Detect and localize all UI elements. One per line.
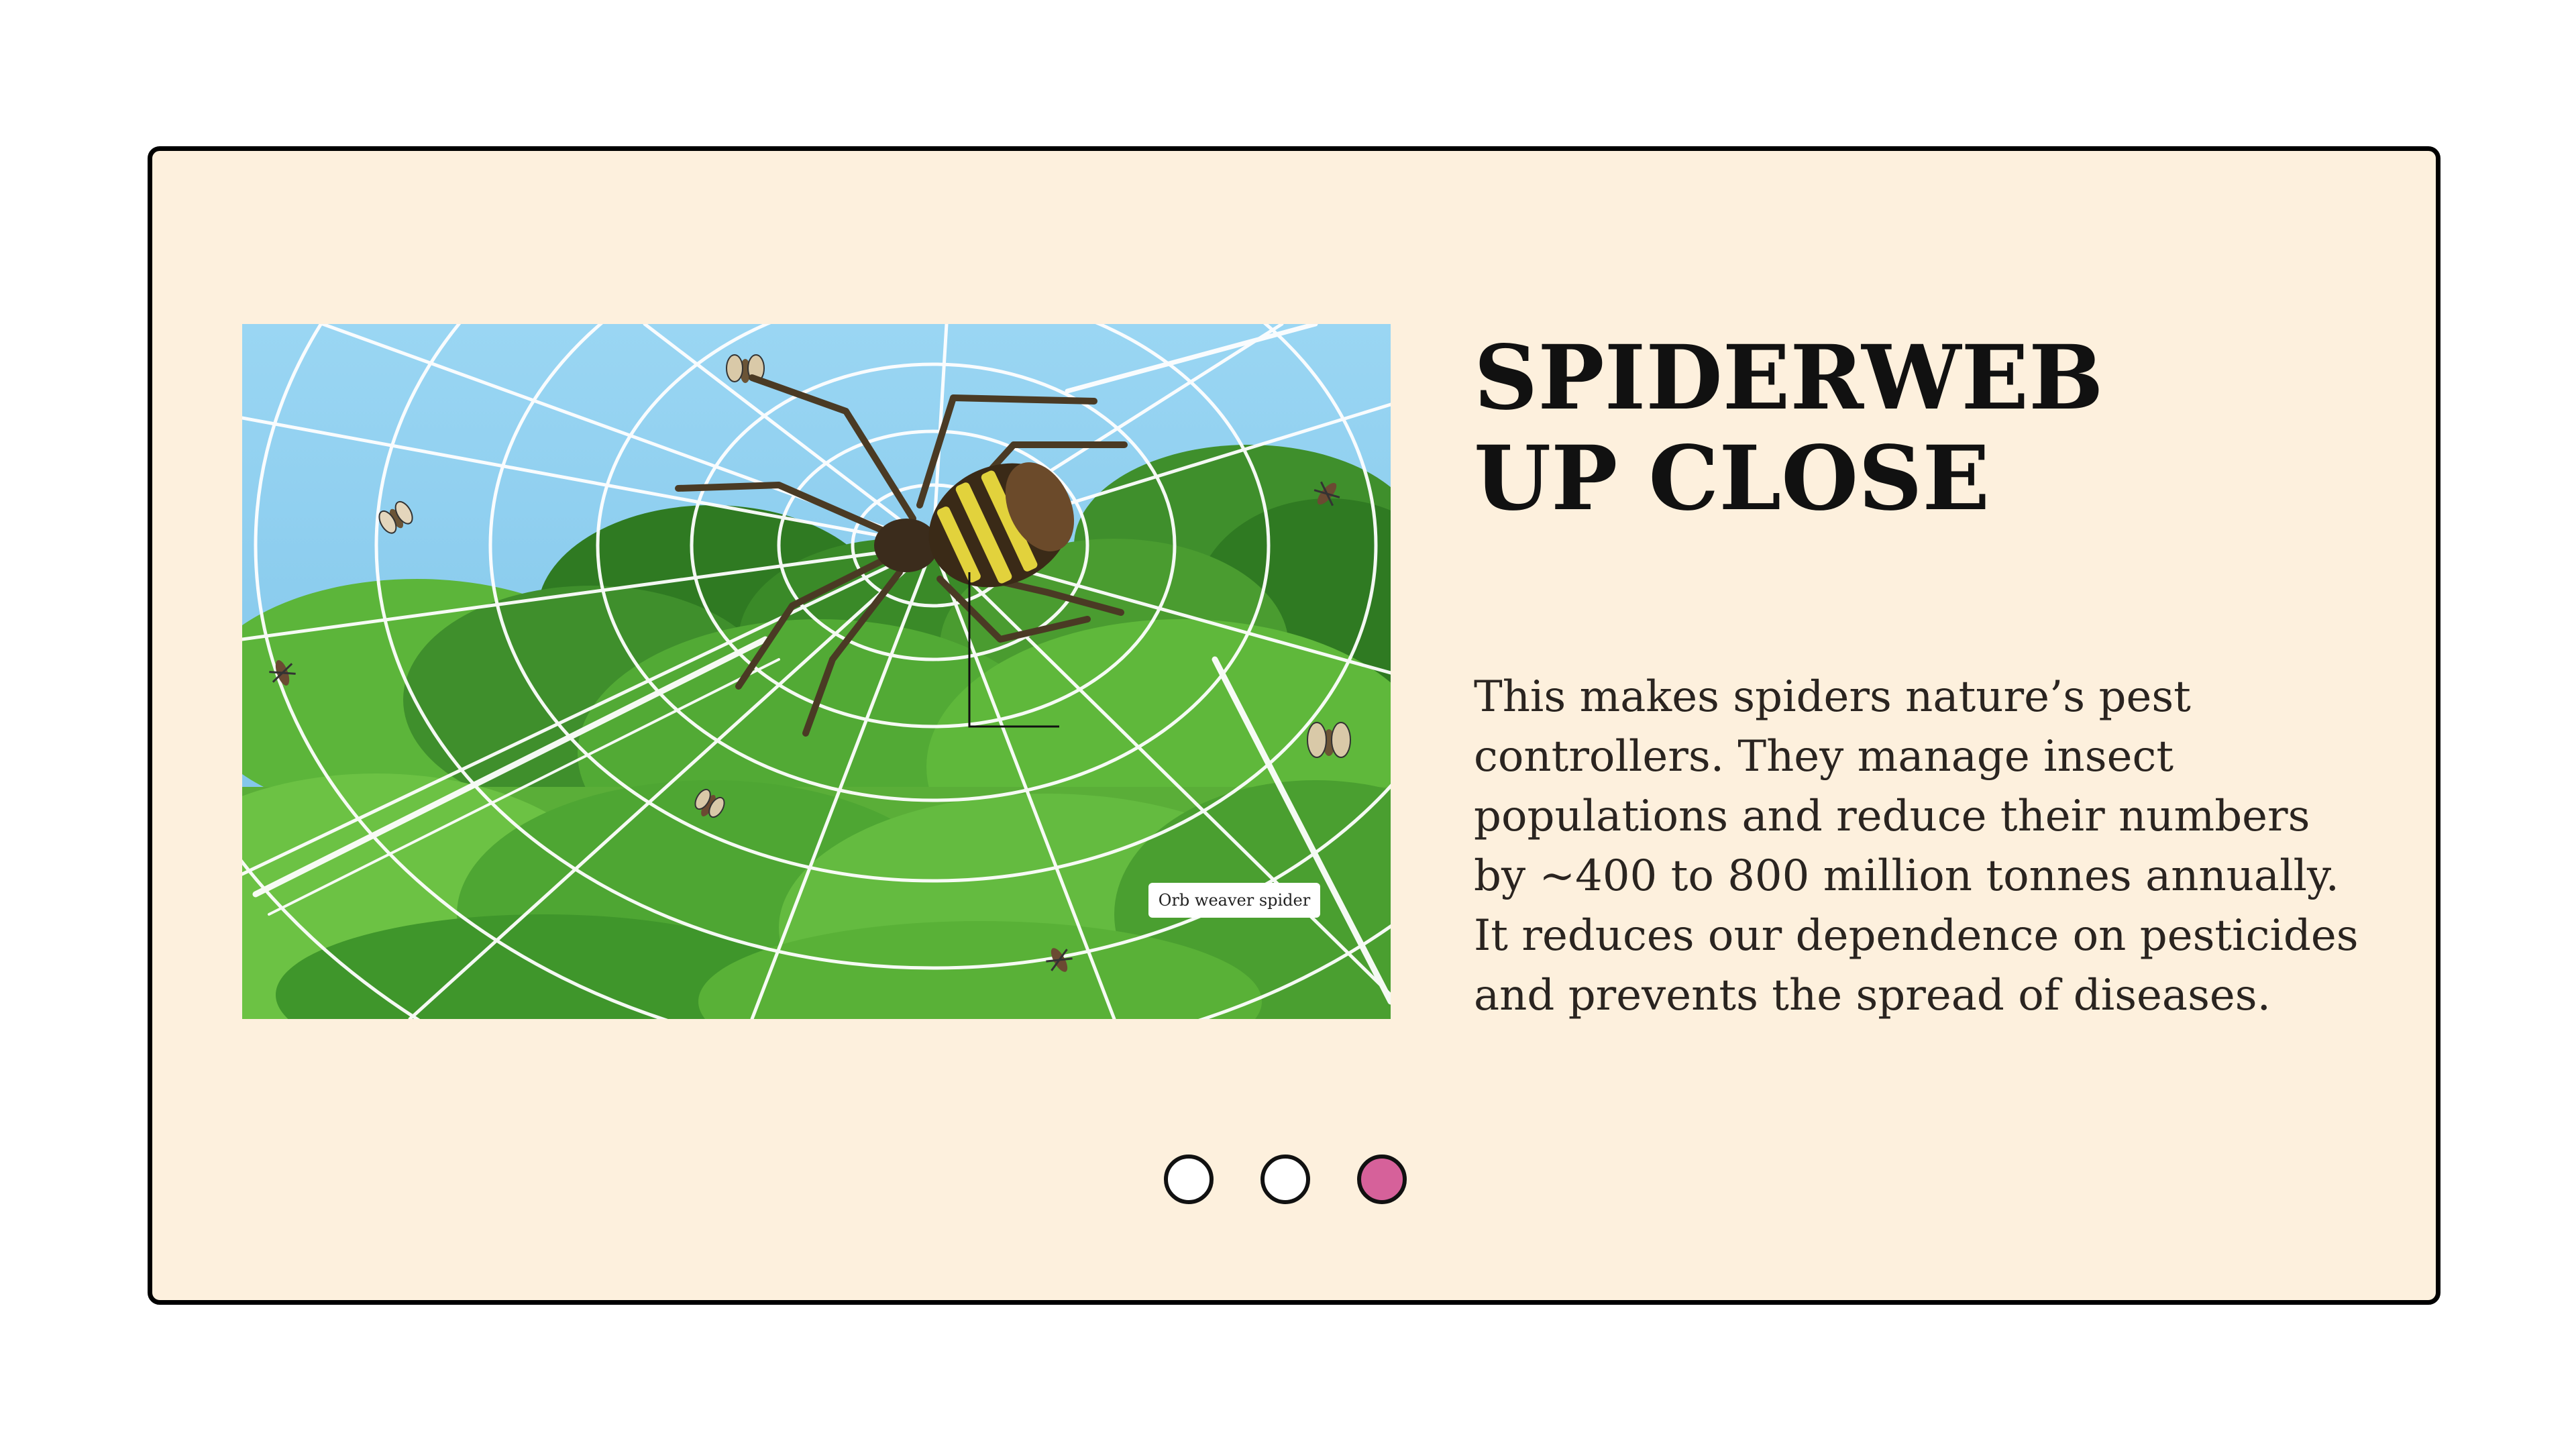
body-line: controllers. They manage insect xyxy=(1474,732,2174,782)
title-line: UP CLOSE xyxy=(1474,427,1990,531)
title-line: SPIDERWEB xyxy=(1474,326,2104,430)
slide-title: SPIDERWEB UP CLOSE xyxy=(1474,328,2346,529)
body-line: It reduces our dependence on pesticides xyxy=(1474,911,2359,961)
spider-callout-label: Orb weaver spider xyxy=(1148,883,1320,918)
pagination-dot-2[interactable] xyxy=(1260,1155,1310,1204)
body-line: and prevents the spread of diseases. xyxy=(1474,971,2271,1020)
pagination-dot-3[interactable] xyxy=(1357,1155,1407,1204)
body-line: This makes spiders nature’s pest xyxy=(1474,672,2191,722)
pagination-dots xyxy=(1164,1155,1407,1211)
slide-card: Orb weaver spider SPIDERWEB UP CLOSE Thi… xyxy=(148,146,2440,1305)
pagination-dot-1[interactable] xyxy=(1164,1155,1214,1204)
spiderweb-illustration: Orb weaver spider xyxy=(242,324,1391,1019)
slide-body: This makes spiders nature’s pest control… xyxy=(1474,667,2366,1026)
body-line: populations and reduce their numbers xyxy=(1474,792,2310,841)
body-line: by ~400 to 800 million tonnes annually. xyxy=(1474,851,2339,901)
